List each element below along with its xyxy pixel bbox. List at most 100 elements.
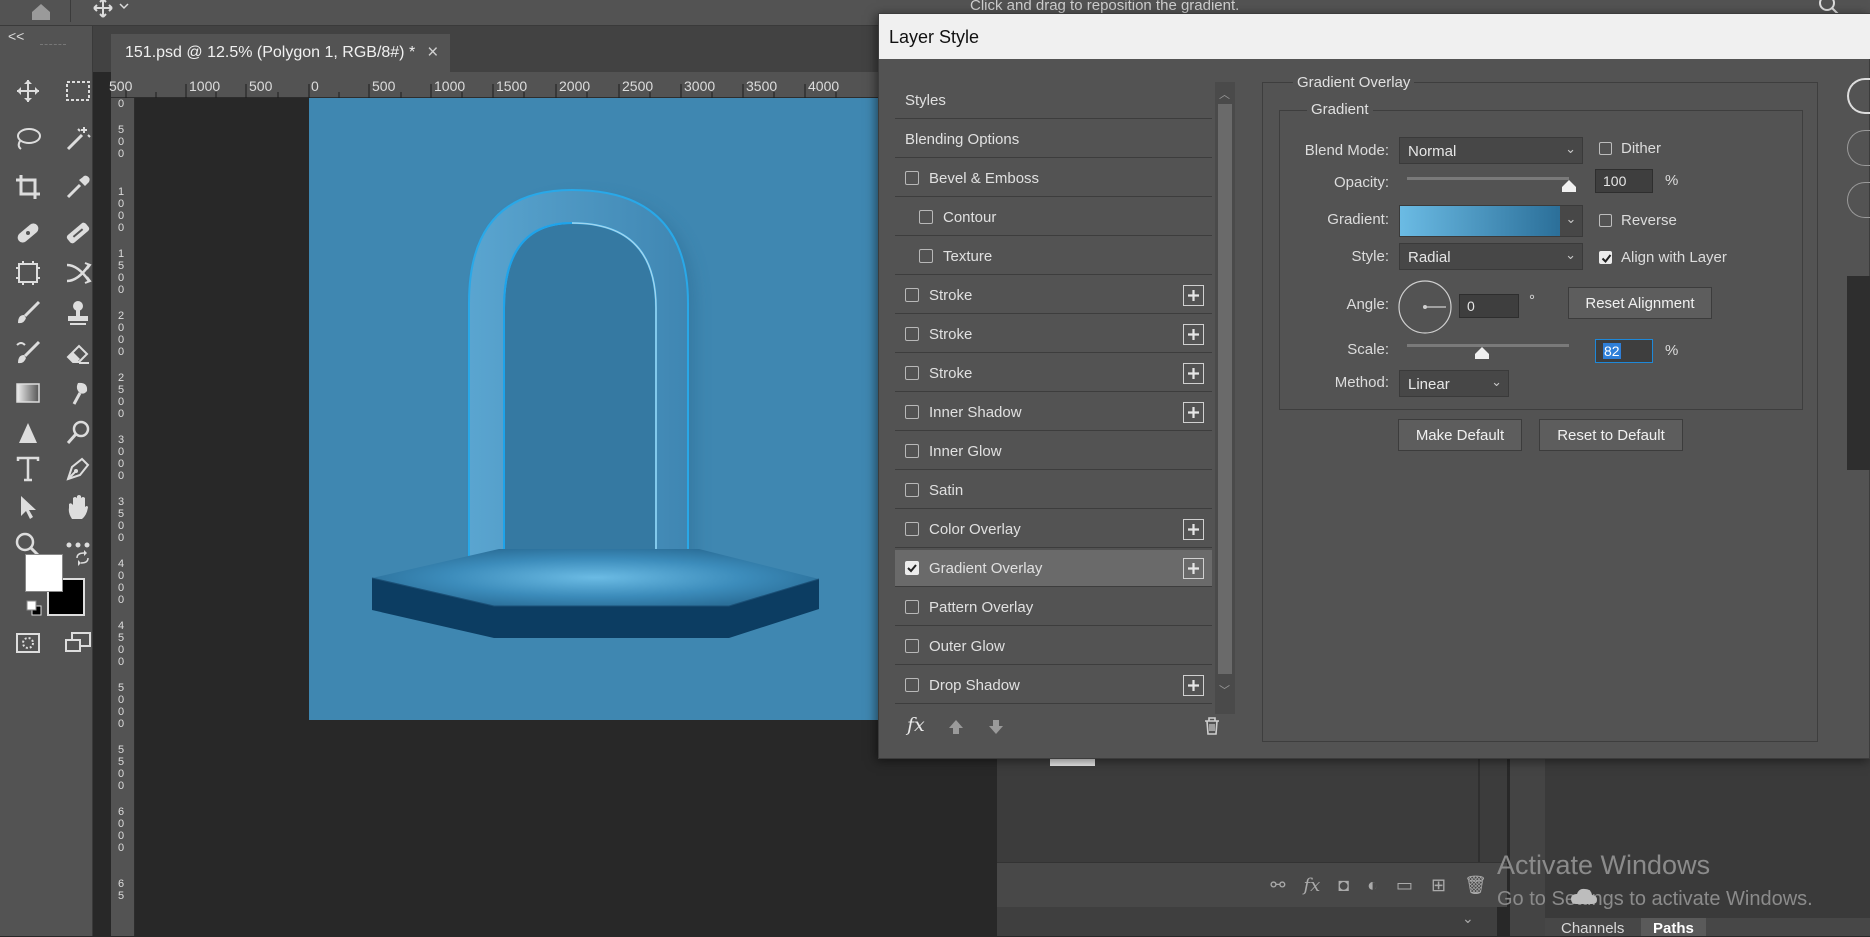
default-colors-icon[interactable] (26, 600, 42, 616)
style-item-bevel-emboss[interactable]: Bevel & Emboss (895, 160, 1212, 197)
reset-alignment-button[interactable]: Reset Alignment (1568, 287, 1712, 319)
opacity-slider-handle[interactable] (1562, 180, 1576, 192)
style-checkbox[interactable] (905, 288, 919, 302)
quick-mask-icon[interactable] (10, 626, 46, 660)
styles-header[interactable]: Styles (895, 82, 1212, 119)
history-brush-icon[interactable] (10, 336, 46, 370)
trash-icon[interactable]: 🗑 (1464, 875, 1487, 896)
style-checkbox[interactable] (905, 522, 919, 536)
blend-mode-select[interactable]: Normal ⌄ (1399, 137, 1583, 164)
home-icon[interactable] (28, 0, 54, 20)
screen-mode-icon[interactable] (60, 626, 96, 660)
cloud-icon[interactable] (1570, 886, 1598, 906)
reset-to-default-button[interactable]: Reset to Default (1539, 419, 1683, 451)
move-options-icon[interactable] (90, 0, 130, 20)
collapse-toggle[interactable]: << (8, 28, 24, 44)
folder-icon[interactable]: ▭ (1396, 875, 1413, 896)
smudge-icon[interactable] (60, 376, 96, 410)
move-down-icon[interactable] (987, 718, 1005, 736)
style-checkbox[interactable] (905, 483, 919, 497)
style-checkbox[interactable] (919, 210, 933, 224)
style-checkbox[interactable] (905, 678, 919, 692)
chevron-down-icon[interactable]: ⌄ (1560, 206, 1582, 236)
scale-input[interactable]: 82 (1595, 339, 1653, 363)
style-item-contour[interactable]: Contour (895, 199, 1212, 236)
chevron-down-icon[interactable]: ⌄ (1462, 910, 1474, 927)
angle-dial[interactable] (1398, 280, 1452, 334)
style-checkbox[interactable] (905, 444, 919, 458)
magic-wand-icon[interactable] (60, 122, 96, 156)
tab-paths[interactable]: Paths (1641, 918, 1706, 937)
scroll-down-icon[interactable]: ﹀ (1219, 682, 1230, 698)
eyedropper-icon[interactable] (60, 170, 96, 204)
link-icon[interactable]: ⚯ (1270, 875, 1285, 896)
new-layer-icon[interactable]: ⊞ (1431, 875, 1446, 896)
brush-icon[interactable] (10, 296, 46, 330)
fx-icon[interactable]: fx (907, 714, 925, 736)
opacity-input[interactable]: 100 (1595, 169, 1653, 193)
style-item-texture[interactable]: Texture (895, 238, 1212, 275)
ok-button-edge[interactable] (1847, 78, 1870, 114)
style-item-satin[interactable]: Satin (895, 472, 1212, 509)
content-aware-icon[interactable] (10, 256, 46, 290)
dodge-icon[interactable] (60, 416, 96, 450)
swap-icon[interactable] (60, 256, 96, 290)
delete-effect-icon[interactable] (1203, 716, 1221, 736)
gradient-icon[interactable] (10, 376, 46, 410)
make-default-button[interactable]: Make Default (1398, 419, 1522, 451)
add-instance-icon[interactable] (1183, 675, 1204, 696)
adjustment-icon[interactable]: ◐ (1367, 875, 1378, 896)
add-instance-icon[interactable] (1183, 285, 1204, 306)
move-up-icon[interactable] (947, 718, 965, 736)
style-checkbox[interactable] (905, 171, 919, 185)
style-item-stroke[interactable]: Stroke (895, 277, 1212, 314)
style-item-inner-glow[interactable]: Inner Glow (895, 433, 1212, 470)
new-style-button-edge[interactable] (1847, 182, 1870, 218)
add-instance-icon[interactable] (1183, 558, 1204, 579)
reverse-checkbox[interactable] (1599, 214, 1612, 227)
align-with-layer-checkbox[interactable] (1599, 251, 1612, 264)
style-select[interactable]: Radial ⌄ (1399, 243, 1583, 270)
scroll-thumb[interactable] (1218, 104, 1232, 674)
add-instance-icon[interactable] (1183, 324, 1204, 345)
close-icon[interactable]: × (427, 42, 438, 64)
scale-slider-handle[interactable] (1474, 347, 1489, 359)
styles-scrollbar[interactable]: ︿ ﹀ (1215, 82, 1235, 714)
dialog-title[interactable]: Layer Style (879, 14, 1870, 59)
document-canvas[interactable] (309, 98, 879, 720)
style-checkbox[interactable] (905, 405, 919, 419)
style-checkbox[interactable] (905, 327, 919, 341)
opacity-slider[interactable] (1407, 177, 1569, 180)
fx-icon[interactable]: fx (1303, 875, 1320, 896)
eraser-icon[interactable] (60, 336, 96, 370)
hand-icon[interactable] (60, 490, 96, 524)
healing-brush-icon[interactable] (10, 216, 46, 250)
stamp-icon[interactable] (60, 296, 96, 330)
document-tab[interactable]: 151.psd @ 12.5% (Polygon 1, RGB/8#) * × (111, 34, 451, 72)
add-instance-icon[interactable] (1183, 402, 1204, 423)
style-item-stroke[interactable]: Stroke (895, 316, 1212, 353)
style-item-color-overlay[interactable]: Color Overlay (895, 511, 1212, 548)
add-instance-icon[interactable] (1183, 519, 1204, 540)
gradient-preview[interactable] (1400, 206, 1560, 236)
dither-checkbox[interactable] (1599, 142, 1612, 155)
angle-input[interactable]: 0 (1459, 294, 1519, 318)
style-item-gradient-overlay[interactable]: Gradient Overlay (895, 550, 1212, 587)
style-checkbox[interactable] (905, 561, 919, 575)
move-icon[interactable] (10, 74, 46, 108)
style-item-outer-glow[interactable]: Outer Glow (895, 628, 1212, 665)
mask-icon[interactable]: ◘ (1338, 875, 1349, 896)
tab-channels[interactable]: Channels (1561, 920, 1624, 937)
style-checkbox[interactable] (905, 600, 919, 614)
scroll-up-icon[interactable]: ︿ (1219, 86, 1230, 102)
crop-icon[interactable] (10, 170, 46, 204)
style-item-pattern-overlay[interactable]: Pattern Overlay (895, 589, 1212, 626)
gradient-swatch[interactable]: ⌄ (1399, 205, 1583, 237)
foreground-color-swatch[interactable] (25, 554, 63, 592)
style-item-stroke[interactable]: Stroke (895, 355, 1212, 392)
style-item-blending-options[interactable]: Blending Options (895, 121, 1212, 158)
swap-colors-icon[interactable] (74, 550, 92, 568)
style-item-inner-shadow[interactable]: Inner Shadow (895, 394, 1212, 431)
style-checkbox[interactable] (919, 249, 933, 263)
patch-icon[interactable] (60, 216, 96, 250)
